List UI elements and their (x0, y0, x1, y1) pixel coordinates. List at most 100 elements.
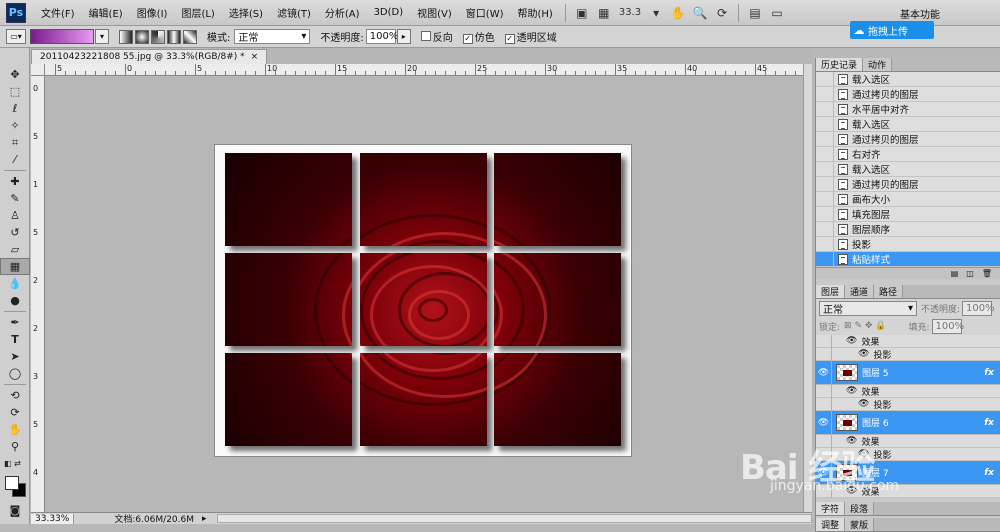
history-brush-source[interactable] (816, 131, 834, 147)
history-brush-source[interactable] (816, 221, 834, 237)
transparency-option[interactable]: ✓ 透明区域 (504, 29, 557, 44)
tab-masks[interactable]: 蒙版 (845, 518, 875, 531)
effects-row[interactable]: 👁 效果 (816, 384, 1000, 398)
clone-stamp-tool-icon[interactable]: ♙ (0, 207, 30, 224)
history-brush-source[interactable] (816, 116, 834, 132)
opacity-dropdown[interactable]: ▸ (396, 29, 411, 44)
ruler-origin[interactable] (31, 64, 45, 76)
eye-icon[interactable]: 👁 (816, 410, 832, 435)
history-brush-source[interactable] (816, 146, 834, 162)
history-item[interactable]: 通过拷贝的图层 (816, 131, 1000, 147)
history-brush-source[interactable] (816, 86, 834, 102)
trash-icon[interactable]: 🗑 (982, 269, 992, 278)
angle-gradient-button[interactable] (151, 29, 165, 44)
tab-actions[interactable]: 动作 (863, 58, 893, 71)
blur-tool-icon[interactable]: 💧 (0, 275, 30, 292)
effect-item-row[interactable]: 👁 投影 (816, 347, 1000, 361)
3d-orbit-tool-icon[interactable]: ⟳ (0, 404, 30, 421)
arrange-documents-icon[interactable]: ▤ (744, 3, 766, 23)
move-tool-icon[interactable]: ✥ (0, 66, 30, 83)
brush-tool-icon[interactable]: ✎ (0, 190, 30, 207)
linear-gradient-button[interactable] (119, 29, 133, 44)
reverse-checkbox[interactable] (420, 31, 431, 41)
tab-character[interactable]: 字符 (816, 502, 846, 515)
bridge-icon[interactable]: ▣ (571, 3, 593, 23)
status-doc-size[interactable]: 文档:6.06M/20.6M (114, 512, 194, 525)
image-canvas[interactable] (215, 145, 631, 456)
history-item[interactable]: 图层顺序 (816, 221, 1000, 237)
reverse-option[interactable]: 反向 (420, 29, 453, 44)
healing-brush-tool-icon[interactable]: ✚ (0, 173, 30, 190)
baidu-upload-button[interactable]: ☁ 拖拽上传 (850, 21, 934, 39)
vertical-ruler[interactable]: 0 5 1 5 2 2 3 5 4 (31, 76, 45, 512)
tool-preset-picker[interactable]: ▭▾ (6, 29, 26, 44)
color-swatches[interactable] (0, 472, 30, 502)
quick-mask-icon[interactable]: ◙ (0, 502, 30, 519)
effects-row[interactable]: 👁 效果 (816, 334, 1000, 348)
history-item[interactable]: 通过拷贝的图层 (816, 86, 1000, 102)
dither-checkbox[interactable]: ✓ (462, 33, 473, 44)
status-zoom[interactable]: 33.33% (31, 513, 75, 524)
menu-file[interactable]: 文件(F) (34, 5, 82, 20)
menu-view[interactable]: 视图(V) (410, 5, 459, 20)
history-item[interactable]: 水平居中对齐 (816, 101, 1000, 117)
hand-icon[interactable]: ✋ (667, 3, 689, 23)
gradient-editor-swatch[interactable] (30, 29, 94, 44)
type-tool-icon[interactable]: T (0, 331, 30, 348)
layer-row[interactable]: 👁 图层 5 fx (816, 360, 1000, 385)
history-brush-source[interactable] (816, 176, 834, 192)
tab-paths[interactable]: 路径 (874, 285, 904, 298)
eye-icon[interactable]: 👁 (858, 349, 869, 359)
crop-tool-icon[interactable]: ⌗ (0, 134, 30, 151)
history-item[interactable]: 载入选区 (816, 116, 1000, 132)
3d-rotate-tool-icon[interactable]: ⟲ (0, 387, 30, 404)
marquee-tool-icon[interactable]: ⬚ (0, 83, 30, 100)
fx-icon[interactable]: fx (984, 418, 994, 428)
gradient-picker-dropdown[interactable]: ▾ (95, 29, 109, 44)
view-extras-icon[interactable]: ▦ (593, 3, 615, 23)
rose-image-tile[interactable] (225, 353, 352, 446)
history-item[interactable]: 画布大小 (816, 191, 1000, 207)
tab-paragraph[interactable]: 段落 (845, 502, 875, 515)
reflected-gradient-button[interactable] (167, 29, 181, 44)
eye-icon[interactable]: 👁 (846, 336, 857, 346)
zoom-dropdown-icon[interactable]: ▾ (645, 3, 667, 23)
menu-layer[interactable]: 图层(L) (174, 5, 221, 20)
opacity-input[interactable]: 100% (365, 29, 398, 44)
history-brush-source[interactable] (816, 236, 834, 252)
rose-image-tile[interactable] (225, 153, 352, 246)
new-document-icon[interactable]: ▤ (951, 269, 959, 278)
screen-mode-icon[interactable]: ▭ (766, 3, 788, 23)
tab-channels[interactable]: 通道 (845, 285, 875, 298)
eraser-tool-icon[interactable]: ▱ (0, 241, 30, 258)
radial-gradient-button[interactable] (135, 29, 149, 44)
history-brush-source[interactable] (816, 206, 834, 222)
menu-filter[interactable]: 滤镜(T) (270, 5, 318, 20)
horizontal-ruler[interactable]: 505101520253035404550 (45, 64, 812, 76)
transparency-checkbox[interactable]: ✓ (504, 33, 515, 44)
tab-history[interactable]: 历史记录 (816, 58, 864, 71)
eye-icon[interactable]: 👁 (816, 360, 832, 385)
zoom-tool-icon[interactable]: ⚲ (0, 438, 30, 455)
gradient-tool-icon[interactable]: ▦ (0, 258, 30, 275)
default-colors-icon[interactable]: ◧ ⇄ (0, 455, 30, 472)
history-item[interactable]: 右对齐 (816, 146, 1000, 162)
history-brush-source[interactable] (816, 191, 834, 207)
history-brush-source[interactable] (816, 101, 834, 117)
menu-image[interactable]: 图像(I) (130, 5, 175, 20)
fx-icon[interactable]: fx (984, 368, 994, 378)
history-brush-source[interactable] (816, 71, 834, 87)
zoom-icon[interactable]: 🔍 (689, 3, 711, 23)
close-icon[interactable]: × (251, 52, 259, 62)
magic-wand-tool-icon[interactable]: ✧ (0, 117, 30, 134)
menu-edit[interactable]: 编辑(E) (82, 5, 130, 20)
menu-3d[interactable]: 3D(D) (367, 7, 411, 18)
horizontal-scrollbar[interactable] (216, 514, 812, 523)
path-selection-tool-icon[interactable]: ➤ (0, 348, 30, 365)
canvas-area[interactable] (45, 76, 812, 512)
history-brush-source[interactable] (816, 251, 834, 267)
eyedropper-tool-icon[interactable]: ⁄ (0, 151, 30, 168)
rose-image-tile[interactable] (494, 353, 621, 446)
pen-tool-icon[interactable]: ✒ (0, 314, 30, 331)
rotate-view-icon[interactable]: ⟳ (711, 3, 733, 23)
